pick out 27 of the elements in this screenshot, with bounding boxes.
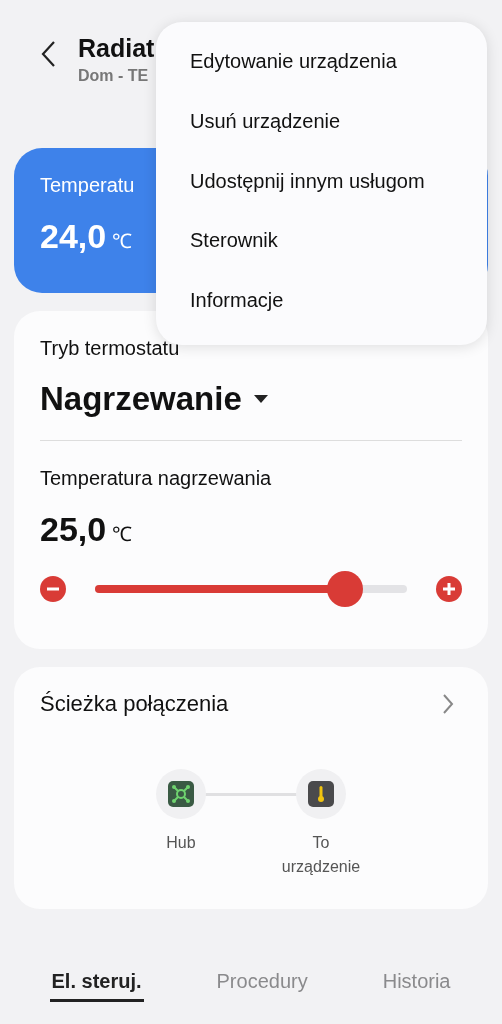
connection-card[interactable]: Ścieżka połączenia Hub To urządzenie	[14, 667, 488, 909]
chevron-right-icon[interactable]	[442, 693, 454, 715]
menu-item[interactable]: Sterownik	[156, 225, 487, 286]
node-label: Hub	[165, 833, 197, 853]
temperature-value: 24,0	[40, 217, 107, 256]
temperature-unit: ℃	[112, 229, 133, 254]
node-label: To urządzenie	[280, 833, 362, 877]
thermometer-icon	[308, 781, 334, 807]
slider-thumb[interactable]	[326, 571, 363, 607]
setpoint-label: Temperatura nagrzewania	[40, 467, 273, 490]
tab[interactable]: El. steruj.	[49, 966, 144, 1002]
location-subtitle: Dom - TE	[78, 66, 150, 85]
card-label: Temperatu	[40, 174, 135, 197]
connection-title: Ścieżka połączenia	[40, 691, 229, 717]
setpoint-unit: ℃	[112, 522, 133, 547]
menu-item[interactable]: Usuń urządzenie	[156, 105, 487, 166]
setpoint-value: 25,0	[40, 510, 107, 549]
back-icon[interactable]	[40, 40, 56, 68]
caret-icon	[253, 395, 268, 403]
mode-dropdown[interactable]: Nagrzewanie	[40, 380, 268, 418]
minus-icon[interactable]	[40, 576, 66, 602]
hub-icon	[168, 781, 194, 807]
menu-item[interactable]: Edytowanie urządzenia	[156, 46, 487, 106]
mode-label: Tryb termostatu	[40, 337, 181, 360]
device-title: Radiat	[78, 33, 155, 63]
menu-item[interactable]: Udostępnij innym usługom	[156, 165, 487, 226]
plus-icon[interactable]	[436, 576, 462, 602]
